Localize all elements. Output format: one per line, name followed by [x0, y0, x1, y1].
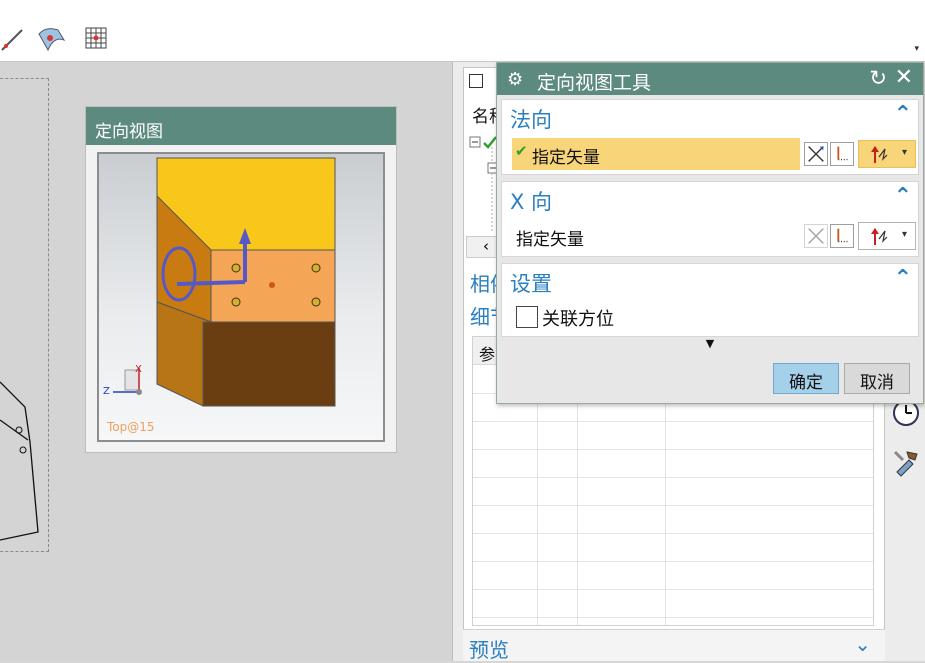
tools-icon[interactable]	[891, 448, 921, 478]
orient-view-tool-dialog: ⚙ 定向视图工具 ↻ ✕ 法向 ⌃ ✔ 指定矢量 ▾ X 向 ⌃ 指定矢量 ▾ …	[496, 62, 924, 404]
gear-icon[interactable]: ⚙	[507, 69, 523, 90]
reset-icon[interactable]: ↻	[869, 66, 887, 90]
preview-section[interactable]: 预览 ⌄	[463, 629, 885, 662]
chevron-down-icon: ▾	[901, 147, 907, 158]
associative-checkbox[interactable]	[516, 306, 538, 328]
normal-specify-vector[interactable]: ✔ 指定矢量	[512, 138, 800, 170]
chevron-up-icon[interactable]: ⌃	[894, 184, 912, 209]
dialog-title-bar[interactable]: ⚙ 定向视图工具 ↻ ✕	[497, 63, 923, 95]
maximize-icon[interactable]	[469, 74, 483, 88]
grid-icon[interactable]	[82, 24, 112, 54]
part-model	[113, 157, 336, 407]
dialog-title: 定向视图工具	[537, 72, 652, 94]
triad-x-label: X	[135, 364, 142, 375]
vector-dialog-icon[interactable]	[804, 142, 828, 166]
params-column-header[interactable]: 参	[479, 341, 495, 365]
chevron-down-icon[interactable]: ⌄	[854, 632, 871, 656]
infer-vector-icon[interactable]	[830, 224, 854, 248]
part-wireframe	[0, 381, 39, 541]
cancel-button[interactable]: 取消	[844, 363, 910, 394]
graphics-window[interactable]: 定向视图 Z X Top@15	[0, 62, 462, 661]
chevron-up-icon[interactable]: ⌃	[894, 102, 912, 127]
vector-type-dropdown[interactable]: ▾	[858, 222, 916, 250]
infer-vector-icon[interactable]	[830, 142, 854, 166]
more-options-toggle[interactable]: ▼	[501, 337, 919, 353]
vector-type-icon	[871, 228, 888, 245]
surface-icon[interactable]	[36, 24, 66, 54]
normal-vector-row[interactable]: ✔ 指定矢量 ▾	[512, 138, 916, 170]
toolbar-more-icon[interactable]: ▾	[914, 44, 919, 54]
x-vector-label: 指定矢量	[516, 230, 584, 250]
normal-vector-label: 指定矢量	[532, 148, 600, 168]
chevron-up-icon[interactable]: ⌃	[894, 266, 912, 291]
preview-viewport[interactable]: Z X Top@15	[97, 152, 385, 442]
settings-group-header[interactable]: 设置	[510, 268, 552, 298]
x-vector-row[interactable]: 指定矢量 ▾	[512, 220, 916, 252]
x-direction-group: X 向 ⌃ 指定矢量 ▾	[501, 181, 919, 257]
associative-label: 关联方位	[542, 309, 614, 330]
check-icon: ✔	[515, 142, 528, 160]
normal-group: 法向 ⌃ ✔ 指定矢量 ▾	[501, 99, 919, 175]
vector-type-icon	[871, 146, 888, 163]
normal-group-header[interactable]: 法向	[510, 104, 552, 134]
line-icon[interactable]	[0, 24, 30, 54]
view-name-label: Top@15	[107, 420, 155, 434]
triad-z-label: Z	[103, 386, 110, 397]
x-direction-group-header[interactable]: X 向	[510, 186, 552, 216]
preview-label: 预览	[469, 638, 509, 662]
chevron-down-icon: ▾	[901, 229, 907, 240]
toolbar: ▾	[0, 0, 925, 62]
close-icon[interactable]: ✕	[895, 65, 913, 90]
x-specify-vector[interactable]: 指定矢量	[512, 220, 800, 252]
vector-type-dropdown[interactable]: ▾	[858, 140, 916, 168]
orient-view-preview: 定向视图 Z X Top@15	[85, 106, 397, 453]
vector-dialog-icon[interactable]	[804, 224, 828, 248]
orient-view-title: 定向视图	[86, 107, 396, 145]
ok-button[interactable]: 确定	[773, 363, 839, 394]
settings-group: 设置 ⌃ 关联方位	[501, 263, 919, 337]
